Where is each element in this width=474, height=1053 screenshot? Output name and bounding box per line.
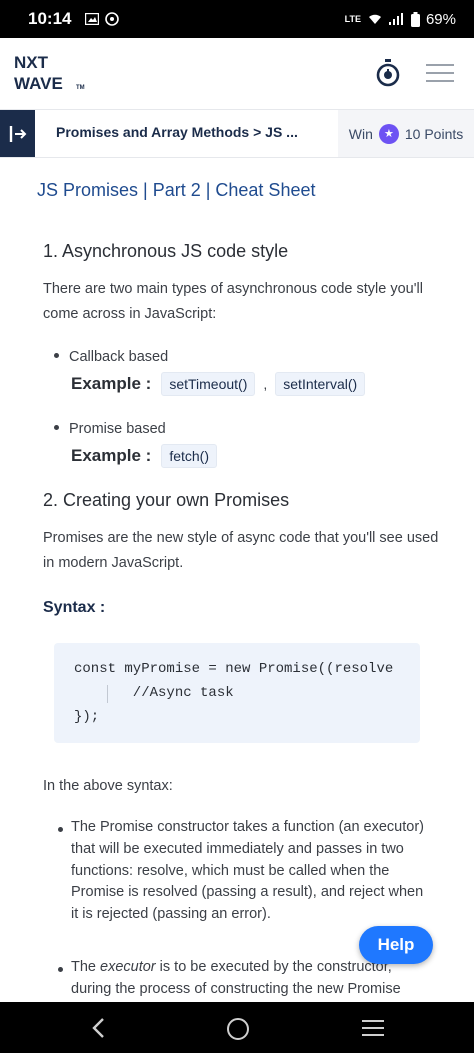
section1-heading: 1. Asynchronous JS code style (43, 241, 289, 261)
logo-line2: WAVE (14, 74, 63, 93)
logo-line1: NXT (14, 53, 49, 72)
example-label: Example : (71, 446, 152, 465)
status-time: 10:14 (28, 9, 72, 28)
code-line: }); (74, 709, 100, 725)
status-bar: 10:14 LTE 69% (0, 0, 474, 38)
bullet-promise-text: Promise based (69, 421, 166, 437)
logo-tm: TM (76, 85, 85, 91)
app-header: NXT WAVE TM (0, 38, 474, 110)
star-badge-icon: ★ (378, 123, 399, 144)
bullet-promise: Promise based (54, 421, 166, 437)
chip-separator: , (263, 376, 268, 392)
points-label: 10 Points (404, 125, 464, 142)
list-item-executor: The executor is to be executed by the co… (71, 957, 426, 1001)
syntax-label: Syntax : (43, 599, 106, 616)
chip-fetch: fetch() (161, 444, 217, 468)
section1-intro: There are two main types of asynchronous… (43, 281, 423, 322)
code-line: const myPromise = new Promise((resolve (74, 661, 394, 677)
notification-icons (85, 12, 120, 26)
code-block[interactable]: const myPromise = new Promise((resolve /… (54, 643, 420, 743)
status-right-group: LTE 69% (345, 11, 456, 28)
gallery-notification-icon (85, 13, 100, 25)
example-promise-row: Example : fetch() (71, 444, 217, 468)
chip-setinterval: setInterval() (275, 372, 366, 396)
list-bullet (58, 827, 70, 832)
bullet-dot (54, 424, 59, 430)
section2-intro: Promises are the new style of async code… (43, 530, 439, 571)
nxtwave-logo[interactable]: NXT WAVE TM (14, 52, 104, 96)
sidebar-toggle-button[interactable] (0, 110, 35, 157)
help-button[interactable]: Help (359, 926, 433, 964)
example-label: Example : (71, 374, 152, 393)
code-line: //Async task (74, 685, 234, 701)
battery-percent: 69% (425, 10, 456, 28)
bullet-callback: Callback based (54, 349, 168, 365)
back-icon[interactable] (91, 1017, 107, 1039)
list-bullet (58, 967, 70, 972)
win-points-badge[interactable]: Win ★ 10 Points (338, 110, 474, 157)
stopwatch-icon[interactable] (375, 59, 401, 87)
whatsapp-notification-icon (105, 12, 120, 26)
bullet-callback-text: Callback based (69, 349, 169, 365)
list-item-constructor: The Promise constructor takes a function… (71, 819, 424, 923)
bullet-dot (54, 352, 59, 358)
wifi-icon (368, 14, 381, 24)
hamburger-menu-icon[interactable] (426, 64, 454, 84)
cheat-sheet-content[interactable]: JS Promises | Part 2 | Cheat Sheet 1. As… (0, 158, 474, 1002)
sidebar-expand-icon (9, 125, 26, 142)
signal-icon (388, 13, 403, 25)
battery-icon (410, 11, 420, 27)
example-callback-row: Example : setTimeout() , setInterval() (71, 372, 366, 396)
win-label: Win (348, 125, 373, 142)
executor-term: executor (100, 959, 156, 975)
section2-heading: 2. Creating your own Promises (43, 490, 290, 510)
above-syntax-text: In the above syntax: (43, 778, 173, 794)
home-icon[interactable] (227, 1018, 249, 1040)
android-nav-bar (0, 1002, 474, 1053)
executor-prefix: The (71, 959, 101, 975)
page-title: JS Promises | Part 2 | Cheat Sheet (37, 180, 316, 200)
network-type-label: LTE (344, 14, 361, 24)
recent-apps-icon[interactable] (362, 1020, 384, 1041)
breadcrumb[interactable]: Promises and Array Methods > JS ... (56, 124, 298, 140)
chip-settimeout: setTimeout() (161, 372, 256, 396)
nav-bar: Promises and Array Methods > JS ... Win … (0, 110, 474, 158)
